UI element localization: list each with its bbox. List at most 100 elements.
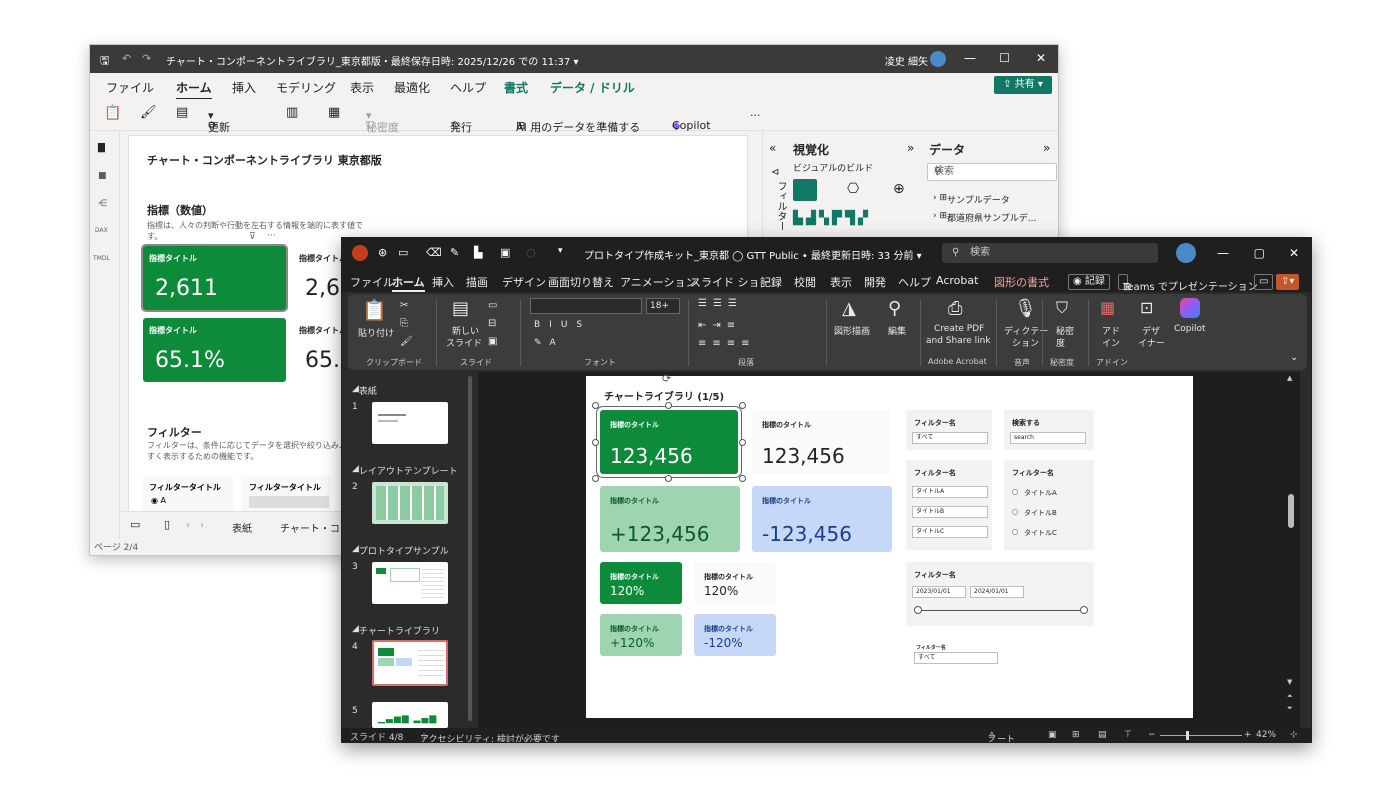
resize-handle[interactable] — [739, 475, 746, 482]
slide-thumbnail[interactable] — [372, 402, 448, 444]
menu-insert[interactable]: 挿入 — [432, 274, 454, 290]
designer-label-2[interactable]: イナー — [1138, 336, 1165, 349]
reset-icon[interactable]: ⊟ — [488, 318, 496, 329]
menu-insert[interactable]: 挿入 — [232, 79, 256, 96]
tmdl-view-icon[interactable]: TMDL — [93, 255, 113, 267]
section-header[interactable]: ◢ 表紙 — [352, 384, 377, 397]
kpi-card[interactable]: 指標のタイトル +123,456 — [600, 486, 740, 552]
resize-handle[interactable] — [592, 439, 599, 446]
menu-help[interactable]: ヘルプ — [450, 79, 486, 96]
pen-icon[interactable]: ✎ — [450, 246, 459, 259]
share-icon[interactable]: ⇪▾ — [1276, 274, 1300, 290]
filter-dropdown-card[interactable]: フィルター名 すべて — [906, 410, 992, 450]
slide-thumbnail[interactable] — [372, 482, 448, 524]
resize-handle[interactable] — [592, 475, 599, 482]
eraser-icon[interactable]: ⌫ — [426, 246, 442, 259]
dictate-label-2[interactable]: ション — [1012, 336, 1039, 349]
create-pdf-icon[interactable]: ⎙ — [948, 298, 962, 319]
customize-qat-icon[interactable]: ▾ — [558, 246, 563, 256]
collapse-filters-icon[interactable]: « — [769, 141, 776, 155]
microphone-icon[interactable]: 🎙 — [1014, 298, 1037, 319]
shapes-label[interactable]: 図形描画 — [834, 324, 870, 337]
date-from-field[interactable]: 2023/01/01 — [912, 586, 966, 598]
search-filter-card[interactable]: 検索する search — [1004, 410, 1094, 450]
sensitivity-button[interactable]: ⛉ 秘密度 ▾ — [366, 109, 399, 134]
share-button[interactable]: ⇪ 共有 ▾ — [994, 76, 1052, 94]
menu-modeling[interactable]: モデリング — [276, 79, 336, 96]
section-header[interactable]: ◢ チャートライブラリ — [352, 624, 440, 637]
paste-icon[interactable]: 📋 — [104, 105, 121, 121]
filter-pane-icon[interactable]: ⊲ — [771, 167, 779, 178]
slide-thumbnail[interactable] — [372, 562, 448, 604]
redo-icon[interactable]: ↷ — [142, 52, 151, 65]
teams-present-button[interactable]: ⊡ Teams でプレゼンテーション — [1118, 274, 1258, 293]
zoom-slider[interactable] — [1160, 735, 1242, 736]
shapes-icon[interactable]: ◮ — [842, 298, 856, 319]
kpi-card-small[interactable]: 指標のタイトル 120% — [694, 562, 776, 604]
menu-shape-format[interactable]: 図形の書式 — [994, 274, 1049, 290]
filter-option[interactable]: タイトルA — [912, 486, 988, 498]
minimize-icon[interactable]: — — [1217, 246, 1229, 260]
tab-chart-component[interactable]: チャート・コン — [280, 520, 350, 541]
resize-handle[interactable] — [739, 402, 746, 409]
radio-icon[interactable] — [1012, 529, 1018, 535]
edit-label[interactable]: 編集 — [888, 324, 906, 337]
slide-layout-icon[interactable]: ▣ — [500, 246, 510, 259]
minimize-icon[interactable]: — — [964, 51, 976, 65]
radio-a[interactable]: ◉ A — [151, 496, 166, 505]
reading-view-icon[interactable]: ▤ — [1098, 730, 1107, 740]
slide-thumbnail-selected[interactable] — [372, 640, 448, 686]
dax-query-icon[interactable]: DAX — [95, 227, 115, 239]
rotate-handle-icon[interactable]: ⟳ — [662, 372, 671, 385]
table-view-icon[interactable]: ■ — [98, 171, 110, 183]
menu-slideshow[interactable]: スライド ショー — [690, 274, 771, 290]
next-page-icon[interactable]: › — [200, 520, 204, 531]
avatar[interactable] — [1176, 243, 1196, 263]
edit-search-icon[interactable]: ⚲ — [888, 298, 901, 319]
font-name-select[interactable] — [530, 298, 642, 314]
menu-format[interactable]: 書式 — [504, 79, 528, 96]
kpi-card[interactable]: 指標タイトル 65.1% — [143, 318, 286, 382]
record-button[interactable]: ◉ 記録 — [1068, 274, 1110, 290]
kpi-card[interactable]: 指標のタイトル 123,456 — [752, 410, 890, 474]
menu-file[interactable]: ファイル — [350, 274, 394, 290]
menu-view[interactable]: 表示 — [830, 274, 852, 290]
expand-data-icon[interactable]: » — [1043, 141, 1050, 155]
designer-icon[interactable]: ⊡ — [1140, 298, 1153, 317]
data-table-item[interactable]: › ⊞ サンプルデータ — [933, 193, 1010, 206]
menu-review[interactable]: 校閲 — [794, 274, 816, 290]
filter-list-card[interactable]: フィルター名 タイトルA タイトルB タイトルC — [906, 460, 992, 550]
resize-handle[interactable] — [665, 402, 672, 409]
kpi-card-small[interactable]: 指標のタイトル 120% — [600, 562, 682, 604]
radio-icon[interactable] — [1012, 509, 1018, 515]
copilot-icon[interactable] — [1180, 298, 1200, 318]
undo-icon[interactable]: ↶ — [122, 52, 131, 65]
report-view-icon[interactable]: ▇ — [98, 143, 110, 155]
addin-label-2[interactable]: イン — [1102, 336, 1120, 349]
maximize-icon[interactable]: ☐ — [999, 51, 1010, 65]
addin-icon[interactable]: ▦ — [1100, 298, 1115, 317]
create-pdf-label[interactable]: Create PDF — [934, 324, 984, 334]
scroll-down-icon[interactable]: ▼ — [1287, 678, 1292, 686]
resize-handle[interactable] — [739, 439, 746, 446]
slide-canvas[interactable]: チャートライブラリ (1/5) ⟳ 指標のタイトル 123,456 指標のタイト… — [586, 372, 1193, 718]
range-slider-handle[interactable] — [914, 606, 922, 614]
copy-icon[interactable]: ⎘ — [400, 318, 408, 329]
calculator-icon[interactable]: ▦ — [328, 105, 340, 120]
kpi-card[interactable]: 指標タイトル 2,611 — [141, 244, 288, 312]
font-size-select[interactable]: 18+ — [646, 298, 680, 314]
filter-option[interactable]: タイトルC — [912, 526, 988, 538]
more-options-icon[interactable]: ··· — [750, 109, 761, 122]
fill-icon[interactable]: ▙ — [474, 246, 482, 259]
list-icons[interactable]: ☰☰☰ — [698, 298, 743, 309]
search-input[interactable]: ⚲ 検索 — [942, 243, 1158, 263]
mobile-view-icon[interactable]: ▯ — [164, 518, 170, 531]
menu-file[interactable]: ファイル — [106, 79, 154, 96]
close-icon[interactable]: ✕ — [1289, 246, 1299, 260]
next-slide-icon[interactable]: ⏷ — [1287, 704, 1293, 713]
range-slider-track[interactable] — [918, 610, 1084, 611]
slide-thumbnail[interactable]: ▁▃▅▆ ▂▄▆ — [372, 702, 448, 728]
collapse-ribbon-icon[interactable]: ⌄ — [1290, 352, 1298, 363]
scroll-up-icon[interactable]: ▲ — [1287, 374, 1292, 382]
menu-home[interactable]: ホーム — [176, 79, 212, 100]
